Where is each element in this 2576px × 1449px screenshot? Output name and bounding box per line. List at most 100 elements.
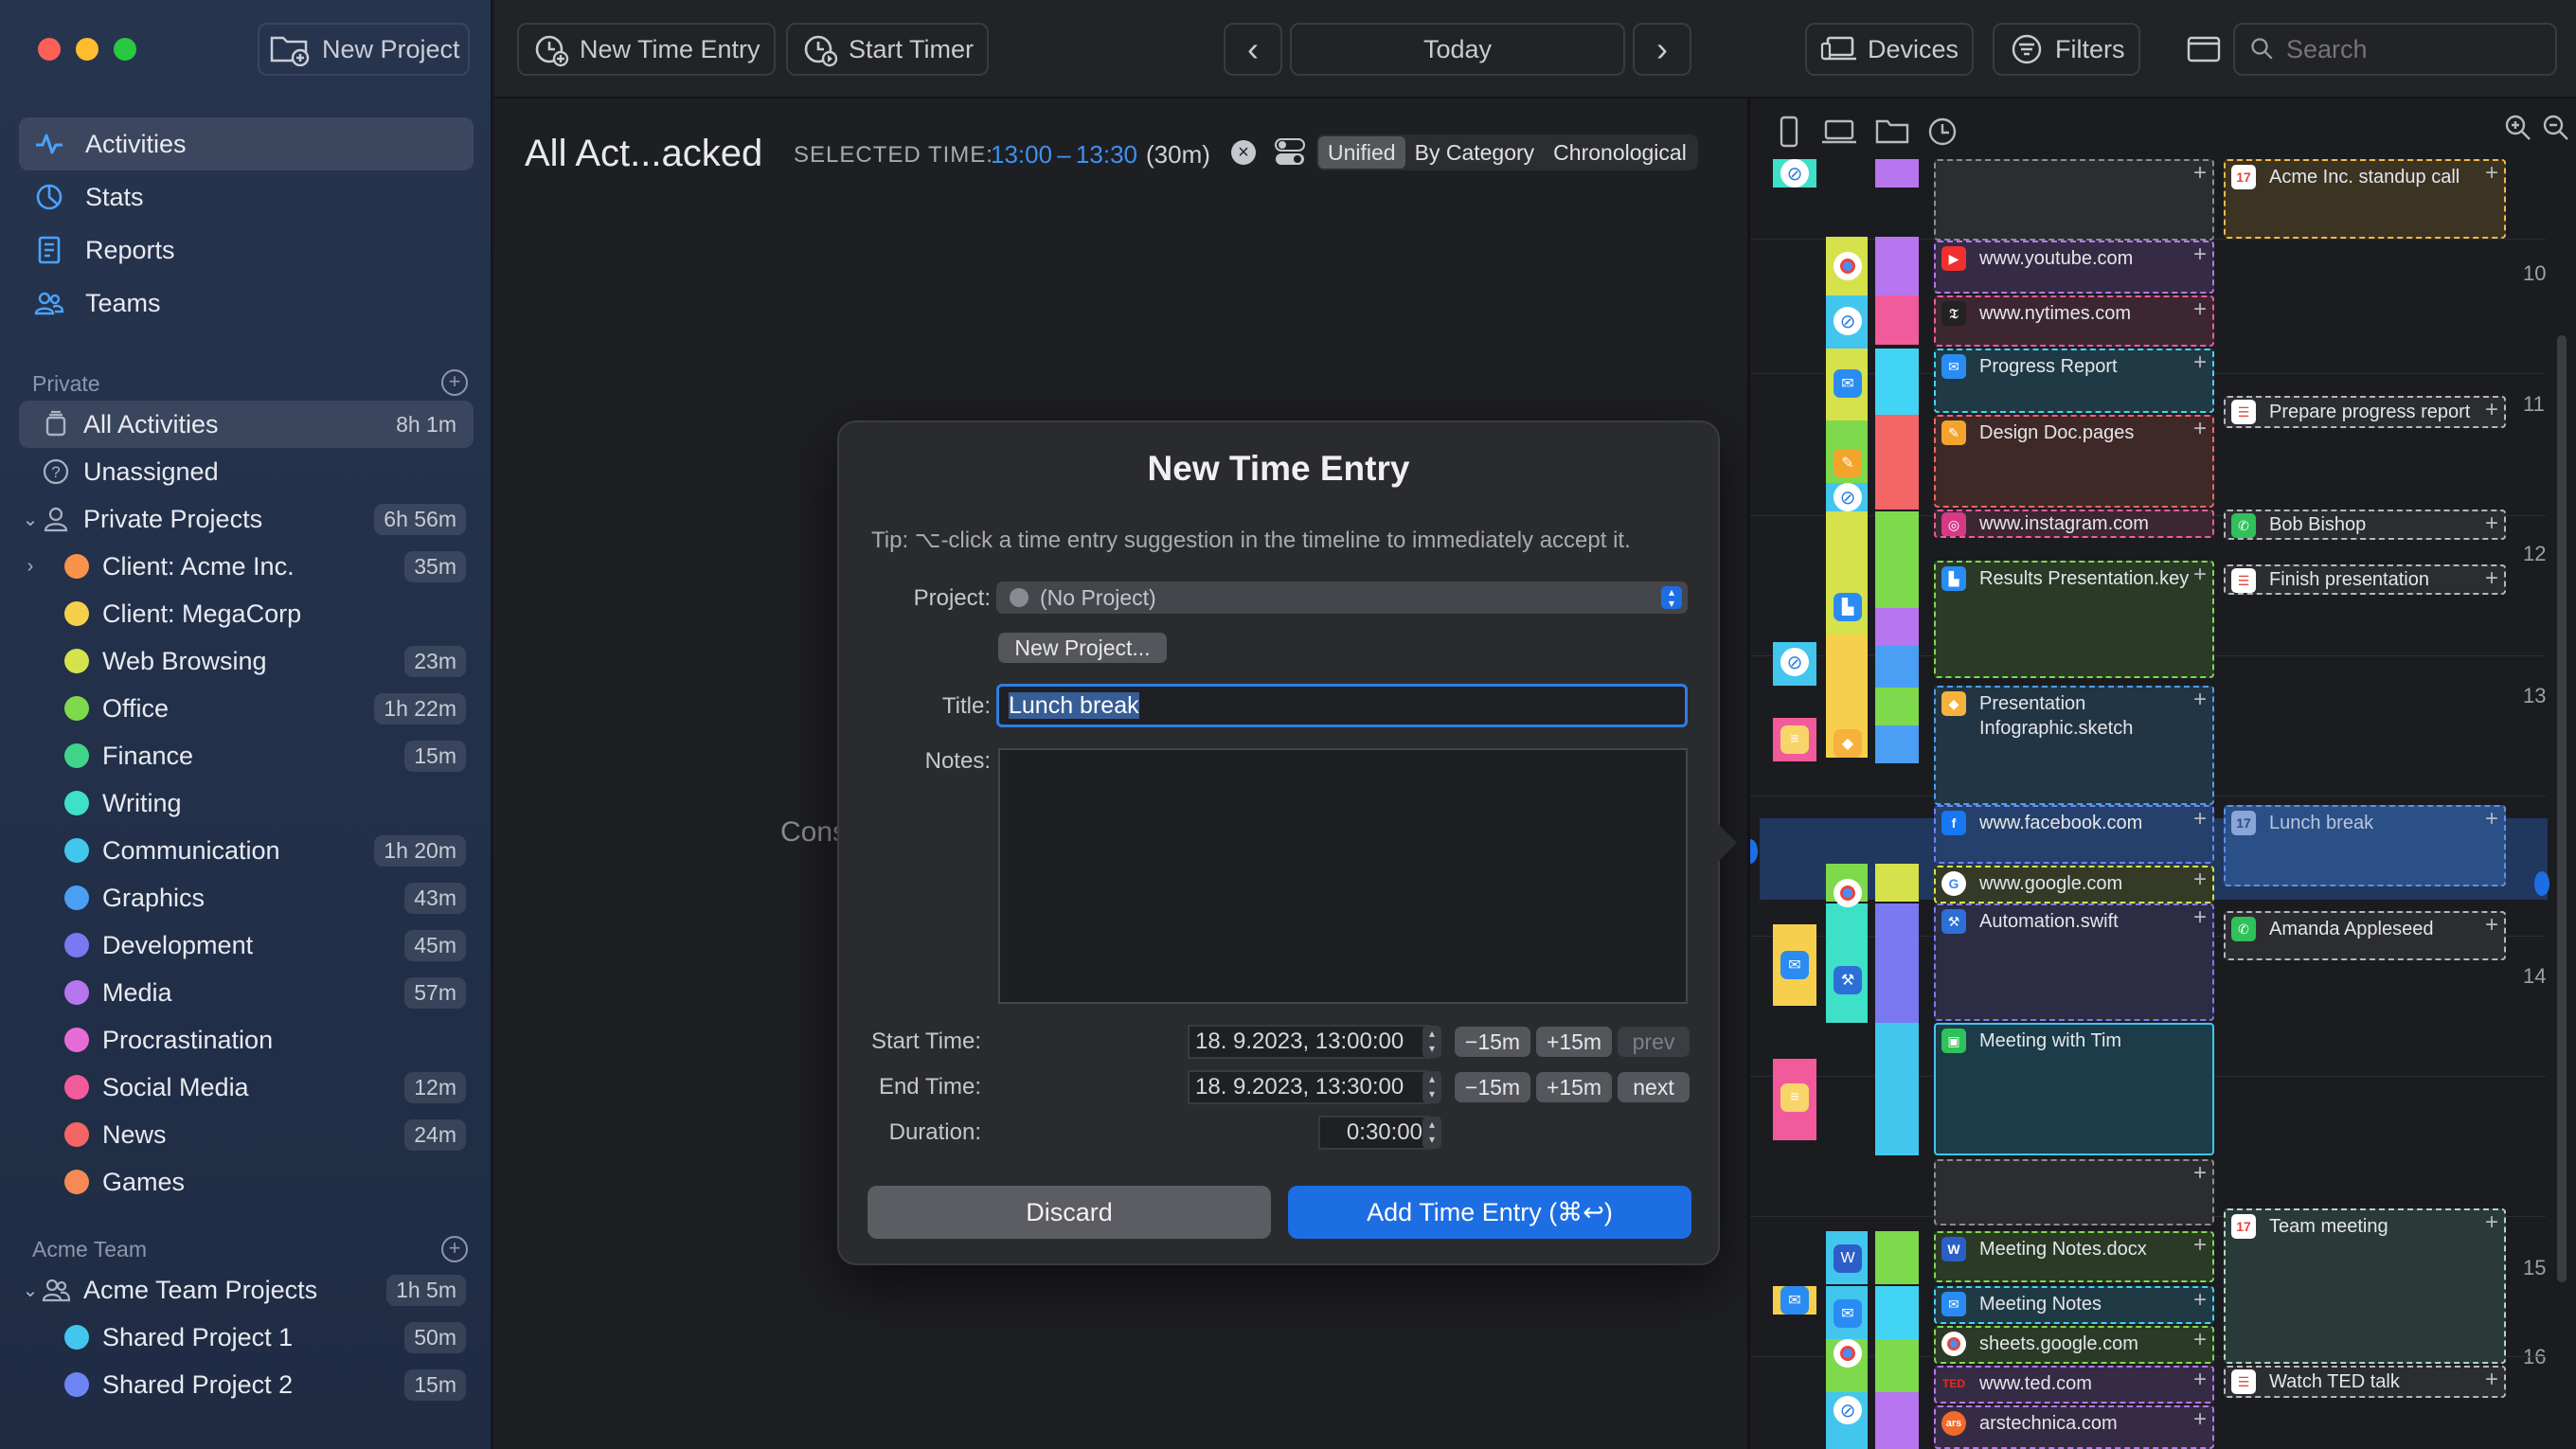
clock-icon[interactable] [1926,116,1959,148]
minimize-window-button[interactable] [76,38,98,61]
suggestion-entry[interactable]: ☰ Prepare progress report + [2224,396,2506,428]
start-minus-15-button[interactable]: −15m [1455,1027,1530,1057]
add-entry-icon[interactable]: + [2485,398,2498,422]
next-button[interactable]: next [1618,1072,1690,1102]
empty-activity-slot[interactable]: + [1934,159,2214,241]
new-time-entry-button[interactable]: New Time Entry [517,23,776,76]
project-item[interactable]: Games [19,1158,474,1206]
view-chronological[interactable]: Chronological [1544,136,1696,169]
add-entry-icon[interactable]: + [2193,1407,2207,1432]
activity-entry[interactable]: ▙ Results Presentation.key + [1934,561,2214,678]
end-time-stepper[interactable]: ▴ ▾ [1422,1071,1441,1103]
add-entry-icon[interactable]: + [2193,161,2207,186]
unassigned-item[interactable]: ? Unassigned [19,448,474,495]
prev-button[interactable]: prev [1618,1027,1690,1057]
project-item[interactable]: Communication 1h 20m [19,827,474,874]
start-plus-15-button[interactable]: +15m [1536,1027,1612,1057]
suggestion-entry[interactable]: ✆ Amanda Appleseed + [2224,911,2506,960]
activity-entry[interactable]: ✎ Design Doc.pages + [1934,415,2214,508]
start-time-stepper[interactable]: ▴ ▾ [1422,1026,1441,1058]
activity-entry[interactable]: ◎ www.instagram.com [1934,510,2214,538]
add-entry-icon[interactable]: + [2193,297,2207,322]
view-by-category[interactable]: By Category [1405,136,1545,169]
add-entry-icon[interactable]: + [2193,417,2207,441]
timeline-body[interactable]: 10 9 12 11 13 14 15 16 [1750,159,2576,1449]
toggle-icon[interactable] [1275,138,1305,167]
close-window-button[interactable] [38,38,61,61]
activity-entry[interactable]: f www.facebook.com + [1934,805,2214,864]
project-item[interactable]: Shared Project 2 15m [19,1361,474,1408]
project-item[interactable]: › Client: Acme Inc. 35m [19,543,474,590]
activity-entry[interactable]: 𝔗 www.nytimes.com + [1934,295,2214,347]
add-entry-icon[interactable]: + [2193,1233,2207,1258]
activity-entry[interactable]: W Meeting Notes.docx + [1934,1231,2214,1282]
add-entry-icon[interactable]: + [2485,1210,2498,1235]
previous-day-button[interactable]: ‹ [1224,23,1282,76]
activity-entry[interactable]: G www.google.com + [1934,866,2214,903]
suggestion-entry[interactable]: ✆ Bob Bishop + [2224,510,2506,540]
devices-button[interactable]: Devices [1805,23,1975,76]
discard-button[interactable]: Discard [868,1186,1271,1239]
suggestion-entry[interactable]: 17 Acme Inc. standup call + [2224,159,2506,239]
add-entry-icon[interactable]: + [2193,563,2207,587]
selection-handle-start[interactable] [1750,839,1758,864]
project-item[interactable]: Social Media 12m [19,1064,474,1111]
title-input[interactable]: Lunch break [996,684,1688,727]
chevron-right-icon[interactable]: › [19,556,42,578]
new-project-dialog-button[interactable]: New Project... [998,633,1167,663]
add-entry-icon[interactable]: + [2485,913,2498,938]
filters-button[interactable]: Filters [1993,23,2140,76]
zoom-out-icon[interactable] [2542,114,2570,142]
today-button[interactable]: Today [1290,23,1625,76]
selection-handle-end[interactable] [2534,871,2549,896]
sidebar-toggle-button[interactable] [2171,23,2237,76]
add-entry-icon[interactable]: + [2485,807,2498,832]
project-select[interactable]: (No Project) ▴ ▾ [996,581,1688,614]
project-item[interactable]: Media 57m [19,969,474,1016]
activity-entry[interactable]: TED www.ted.com + [1934,1366,2214,1404]
add-entry-icon[interactable]: + [2485,566,2498,591]
view-unified[interactable]: Unified [1318,136,1405,169]
add-team-project-button[interactable]: + [441,1236,468,1262]
add-entry-icon[interactable]: + [2193,807,2207,832]
activity-entry[interactable]: ✉ Meeting Notes + [1934,1286,2214,1324]
activity-entry[interactable]: ars arstechnica.com + [1934,1405,2214,1449]
add-entry-icon[interactable]: + [2485,1368,2498,1392]
add-private-project-button[interactable]: + [441,369,468,396]
nav-activities[interactable]: Activities [19,117,474,170]
search-field[interactable] [2233,23,2557,76]
start-time-field[interactable]: 18. 9.2023, 13:00:00 [1188,1025,1430,1059]
project-item[interactable]: Development 45m [19,921,474,969]
activity-entry[interactable]: ✉ Progress Report + [1934,349,2214,413]
add-entry-icon[interactable]: + [2193,1328,2207,1352]
phone-device-icon[interactable] [1779,116,1799,148]
end-plus-15-button[interactable]: +15m [1536,1072,1612,1102]
project-item[interactable]: Procrastination [19,1016,474,1064]
selected-time-range[interactable]: 13:00 – 13:30 [991,140,1137,170]
project-item[interactable]: Web Browsing 23m [19,637,474,685]
activity-entry[interactable]: ⚒ Automation.swift + [1934,903,2214,1021]
folder-icon[interactable] [1875,117,1909,146]
notes-textarea[interactable] [998,748,1688,1004]
project-item[interactable]: Writing [19,779,474,827]
all-activities-item[interactable]: All Activities 8h 1m [19,401,474,448]
laptop-icon[interactable] [1820,117,1858,146]
add-entry-icon[interactable]: + [2485,511,2498,536]
clear-selection-icon[interactable]: × [1231,140,1256,165]
suggestion-entry[interactable]: 17 Lunch break + [2224,805,2506,886]
nav-teams[interactable]: Teams [19,277,474,330]
suggestion-entry[interactable]: ☰ Watch TED talk + [2224,1366,2506,1398]
end-time-field[interactable]: 18. 9.2023, 13:30:00 [1188,1070,1430,1104]
empty-activity-slot[interactable]: + [1934,1159,2214,1225]
activity-entry[interactable]: ◆ Presentation Infographic.sketch + [1934,686,2214,805]
chevron-down-icon[interactable]: ⌄ [19,508,42,531]
nav-stats[interactable]: Stats [19,170,474,224]
duration-field[interactable]: 0:30:00 [1318,1116,1430,1150]
zoom-window-button[interactable] [114,38,136,61]
activity-entry[interactable]: ▶ www.youtube.com + [1934,241,2214,294]
project-item[interactable]: News 24m [19,1111,474,1158]
add-entry-icon[interactable]: + [2193,1368,2207,1392]
end-minus-15-button[interactable]: −15m [1455,1072,1530,1102]
search-input[interactable] [2286,34,2532,64]
add-entry-icon[interactable]: + [2193,1161,2207,1186]
